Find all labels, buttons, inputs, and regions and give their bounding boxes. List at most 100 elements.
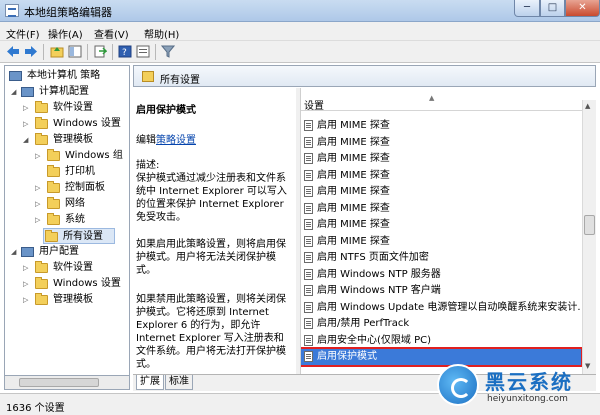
folder-icon [47, 213, 60, 225]
tree-item-control-panel[interactable]: ▷ 控制面板 [7, 180, 127, 196]
expanded-arrow-icon[interactable]: ◢ [11, 84, 19, 100]
menu-bar: 文件(F) 操作(A) 查看(V) 帮助(H) [0, 22, 600, 41]
forward-arrow-icon[interactable] [24, 45, 38, 58]
tree-item-system[interactable]: ▷ 系统 [7, 212, 127, 228]
policy-row[interactable]: 启用 MIME 探查 [301, 234, 581, 250]
toolbar: ? [0, 41, 600, 63]
title-bar: 本地组策略编辑器 ─ □ ✕ [0, 0, 600, 22]
policy-row[interactable]: 启用 NTFS 页面文件加密 [301, 250, 581, 266]
policy-row[interactable]: 启用 MIME 探查 [301, 217, 581, 233]
back-arrow-icon[interactable] [6, 45, 20, 58]
folder-icon [47, 197, 60, 209]
collapsed-arrow-icon[interactable]: ▷ [23, 100, 31, 116]
policy-row[interactable]: 启用 MIME 探查 [301, 168, 581, 184]
tree-item-network[interactable]: ▷ 网络 [7, 196, 127, 212]
show-hide-tree-icon[interactable] [68, 45, 82, 58]
policy-row-label: 启用 Windows NTP 客户端 [317, 285, 441, 296]
tree-horizontal-scrollbar[interactable] [4, 375, 130, 390]
collapsed-arrow-icon[interactable]: ▷ [35, 148, 43, 164]
tree-item-user-admin[interactable]: ▷ 管理模板 [7, 292, 127, 308]
sort-up-icon: ▲ [429, 94, 435, 102]
policy-row-label: 启用安全中心(仅限域 PC) [317, 334, 431, 346]
menu-view[interactable]: 查看(V) [94, 26, 129, 41]
tree-scroll-thumb[interactable] [19, 378, 99, 387]
properties-icon[interactable] [136, 45, 150, 58]
export-list-icon[interactable] [93, 45, 107, 58]
policy-row-label: 启用 MIME 探查 [317, 169, 390, 181]
policy-row-label: 启用 MIME 探查 [317, 186, 390, 197]
settings-count: 1636 个设置 [6, 403, 65, 414]
description-paragraph-3: 如果禁用此策略设置，则将关闭保护模式。它将还原到 Internet Explor… [136, 294, 286, 370]
list-scroll-thumb[interactable] [584, 215, 595, 235]
policy-row[interactable]: 启用 Windows NTP 服务器 [301, 267, 581, 283]
tree-item-windows-settings[interactable]: ▷ Windows 设置 [7, 116, 129, 132]
policy-setting-icon [304, 136, 313, 148]
folder-icon [35, 293, 48, 305]
policy-setting-icon [304, 235, 313, 247]
policy-row-label: 启用/禁用 PerfTrack [317, 318, 410, 329]
policy-row[interactable]: 启用 MIME 探查 [301, 201, 581, 217]
folder-icon [142, 71, 154, 82]
svg-text:?: ? [122, 48, 127, 58]
edit-policy-link[interactable]: 策略设置 [156, 135, 196, 146]
up-folder-icon[interactable] [50, 45, 64, 58]
close-button[interactable]: ✕ [565, 0, 600, 17]
tree-item-user-windows[interactable]: ▷ Windows 设置 [7, 276, 129, 292]
folder-icon [47, 149, 60, 161]
edit-policy-line: 编辑策略设置 [136, 135, 196, 146]
toolbar-separator [112, 44, 113, 60]
tree-item-root[interactable]: 本地计算机 策略 [7, 68, 127, 84]
tree-item-software-settings[interactable]: ▷ 软件设置 [7, 100, 127, 116]
watermark-title: 黑云系统 [485, 370, 573, 394]
tab-standard[interactable]: 标准 [165, 375, 193, 390]
tree-pane[interactable]: 本地计算机 策略 ◢ 计算机配置 ▷ 软件设置 ▷ Windows 设置 ◢ 管… [4, 65, 130, 390]
menu-help[interactable]: 帮助(H) [144, 26, 179, 41]
maximize-button[interactable]: □ [540, 0, 565, 17]
collapsed-arrow-icon[interactable]: ▷ [23, 260, 31, 276]
description-label: 描述: [136, 160, 160, 171]
scroll-up-arrow-icon[interactable]: ▲ [585, 102, 590, 110]
policy-row-label: 启用 NTFS 页面文件加密 [317, 252, 429, 263]
toolbar-separator [43, 44, 44, 60]
tree-item-user-software[interactable]: ▷ 软件设置 [7, 260, 127, 276]
column-header-setting[interactable]: ▲ 设置 [301, 94, 586, 112]
settings-list[interactable]: ▲ 设置 启用 MIME 探查 启用 MIME 探查 启用 MIME 探查 启用 MI… [300, 88, 596, 374]
filter-icon[interactable] [161, 45, 175, 58]
collapsed-arrow-icon[interactable]: ▷ [35, 180, 43, 196]
expanded-arrow-icon[interactable]: ◢ [23, 132, 31, 148]
policy-setting-icon [304, 268, 313, 280]
menu-action[interactable]: 操作(A) [48, 26, 83, 41]
collapsed-arrow-icon[interactable]: ▷ [23, 292, 31, 308]
policy-row[interactable]: 启用 Windows NTP 客户端 [301, 283, 581, 299]
tree-item-computer-config[interactable]: ◢ 计算机配置 [7, 84, 127, 100]
expanded-arrow-icon[interactable]: ◢ [11, 244, 19, 260]
policy-row[interactable]: 启用 MIME 探查 [301, 135, 581, 151]
policy-row[interactable]: 启用/禁用 PerfTrack [301, 316, 581, 332]
policy-row[interactable]: 启用 Windows Update 电源管理以自动唤醒系统来安装计... [301, 300, 581, 316]
tree-item-admin-templates[interactable]: ◢ 管理模板 [7, 132, 127, 148]
collapsed-arrow-icon[interactable]: ▷ [35, 212, 43, 228]
policy-row[interactable]: 启用安全中心(仅限域 PC) [301, 333, 581, 349]
tree-item-windows-components[interactable]: ▷ Windows 组 [7, 148, 129, 164]
policy-setting-icon [304, 202, 313, 214]
list-vertical-scrollbar[interactable]: ▲ ▼ [582, 100, 596, 374]
policy-setting-icon [304, 334, 313, 346]
policy-setting-icon [304, 120, 313, 131]
help-icon[interactable]: ? [118, 45, 132, 58]
policy-row[interactable]: 启用 MIME 探查 [301, 151, 581, 167]
collapsed-arrow-icon[interactable]: ▷ [23, 116, 31, 132]
tree-item-user-config[interactable]: ◢ 用户配置 [7, 244, 127, 260]
description-paragraph-1: 保护模式通过减少注册表和文件系统中 Internet Explorer 可以写入… [136, 173, 287, 223]
tree-item-printers[interactable]: 打印机 [7, 164, 127, 180]
policy-row[interactable]: 启用 MIME 探查 [301, 184, 581, 200]
tab-extended[interactable]: 扩展 [136, 375, 164, 390]
tree-item-all-settings[interactable]: 所有设置 [43, 228, 115, 244]
policy-row-label: 启用 Windows NTP 服务器 [317, 268, 441, 280]
collapsed-arrow-icon[interactable]: ▷ [35, 196, 43, 212]
collapsed-arrow-icon[interactable]: ▷ [23, 276, 31, 292]
policy-row-label: 启用 MIME 探查 [317, 235, 390, 247]
policy-row[interactable]: 启用 MIME 探查 [301, 118, 581, 134]
menu-file[interactable]: 文件(F) [6, 26, 40, 41]
minimize-button[interactable]: ─ [514, 0, 540, 17]
description-pane: 启用保护模式 编辑策略设置 描述: 保护模式通过减少注册表和文件系统中 Inte… [133, 88, 296, 374]
